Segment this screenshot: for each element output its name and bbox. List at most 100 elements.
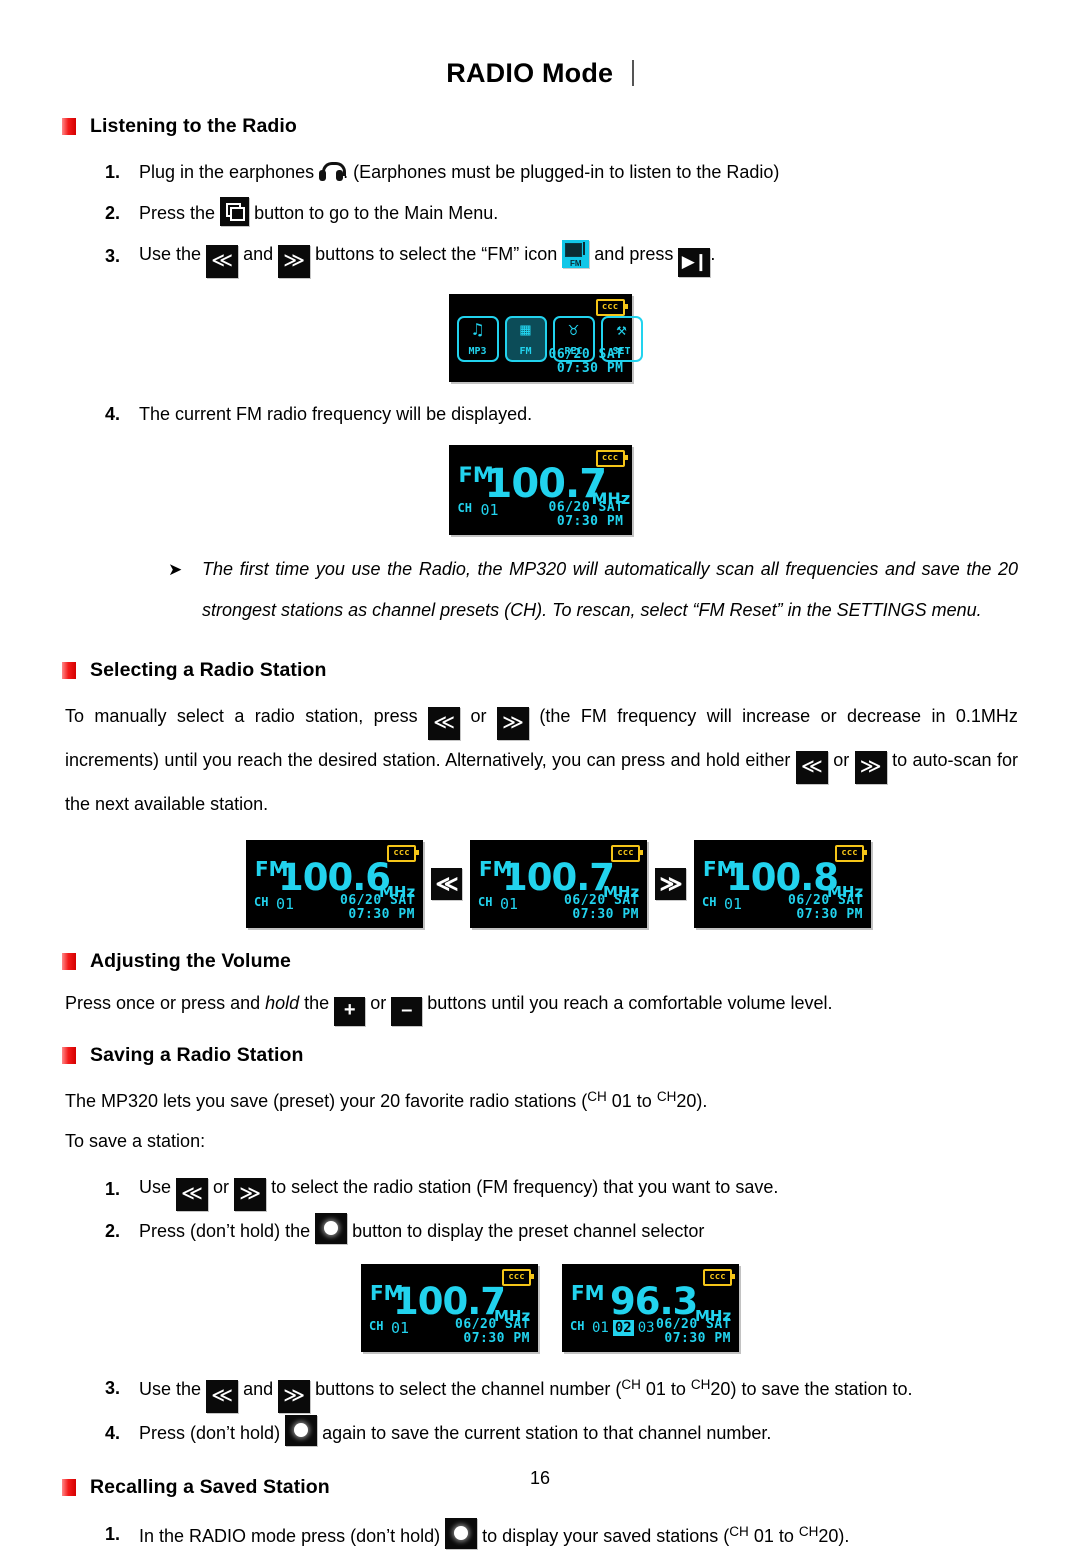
step-text-a: Use xyxy=(139,1177,172,1197)
radio-icon: ▦ xyxy=(520,320,531,340)
screen-datetime: 06/20 SAT 07:30 PM xyxy=(455,1318,530,1346)
listening-steps: 1. Plug in the earphones . (Earphones mu… xyxy=(105,152,1080,278)
fm-screenshot-wrap: ccc FM 100.7 MHz CH 01 06/20 SAT 07:30 P… xyxy=(0,445,1080,535)
channel-number: 01 xyxy=(724,895,743,913)
channel-label: CH xyxy=(478,895,493,909)
channel-label: CH xyxy=(570,1319,585,1333)
battery-icon: ccc xyxy=(387,845,419,862)
fm-menu-icon: FM xyxy=(562,240,590,268)
tuning-screenshots-row: ccc FM 100.6 MHz CH 01 06/20 SAT 07:30 P… xyxy=(246,840,1080,928)
selecting-text-1: To manually select a radio station, pres… xyxy=(65,706,418,726)
next-button-icon: ≫ xyxy=(278,1380,311,1413)
next-button-icon: ≫ xyxy=(496,707,529,740)
ch-superscript: CH xyxy=(729,1524,749,1539)
device-screen-preset-2: ccc FM 96.3 MHz CH 01 02 03 06/20 SAT 07… xyxy=(562,1264,739,1352)
saving-steps-3-4: 3. Use the ≪ and ≫ buttons to select the… xyxy=(105,1364,1080,1454)
music-note-icon: ♫ xyxy=(472,320,483,340)
step-text-c: buttons to select the channel number ( xyxy=(315,1379,622,1399)
screen-datetime: 06/20 SAT 07:30 PM xyxy=(788,894,863,922)
volume-text-1: Press once or press and xyxy=(65,993,261,1013)
screen-date: 06/20 SAT xyxy=(455,1317,530,1332)
list-item: 1. Plug in the earphones . (Earphones mu… xyxy=(105,152,1080,193)
fm-label: FM xyxy=(571,1281,605,1305)
selecting-text-2: or xyxy=(470,706,487,726)
step-number: 1. xyxy=(105,1523,121,1544)
microphone-icon: ♉ xyxy=(568,320,579,340)
ch-superscript: CH xyxy=(656,1089,677,1104)
section-heading-saving: Saving a Radio Station xyxy=(62,1044,1080,1067)
screen-date: 06/20 SAT xyxy=(548,500,624,515)
step-text-b: or xyxy=(213,1177,230,1197)
list-item: 1. In the RADIO mode press (don’t hold) … xyxy=(105,1511,1080,1557)
step-text: Use the ≪ and ≫ buttons to select the ch… xyxy=(139,1364,913,1413)
step-text: Press the button to go to the Main Menu. xyxy=(139,193,498,234)
channel-option-02-selected[interactable]: 02 xyxy=(612,1320,634,1336)
battery-icon: ccc xyxy=(835,845,867,862)
heading-saving-text: Saving a Radio Station xyxy=(90,1044,304,1066)
device-screen-tuning-3: ccc FM 100.8 MHz CH 01 06/20 SAT 07:30 P… xyxy=(694,840,871,928)
ch-superscript: CH xyxy=(621,1377,641,1392)
text-cursor xyxy=(631,60,634,86)
page-title: RADIO Mode xyxy=(446,58,614,88)
saving-intro-paragraph: The MP320 lets you save (preset) your 20… xyxy=(65,1077,1018,1121)
note-block: ➤ The first time you use the Radio, the … xyxy=(168,549,1018,631)
screen-time: 07:30 PM xyxy=(572,907,639,922)
device-screen-preset-1: ccc FM 100.7 MHz CH 01 06/20 SAT 07:30 P… xyxy=(361,1264,538,1352)
red-square-bullet-icon xyxy=(62,662,76,679)
device-screen-fm-main: ccc FM 100.7 MHz CH 01 06/20 SAT 07:30 P… xyxy=(448,445,632,535)
channel-label: CH xyxy=(369,1319,384,1333)
volume-text-3: or xyxy=(370,993,387,1013)
battery-icon: ccc xyxy=(703,1269,735,1286)
step-number: 4. xyxy=(105,1423,121,1443)
menu-icon-fm: ▦ FM xyxy=(504,316,547,362)
arrow-bullet-icon: ➤ xyxy=(168,560,183,579)
screen-datetime: 06/20 SAT 07:30 PM xyxy=(340,894,415,922)
screen-date: 06/20 SAT xyxy=(656,1317,731,1332)
screen-datetime: 06/20 SAT 07:30 PM xyxy=(549,501,624,529)
list-item: 4. Press (don’t hold) again to save the … xyxy=(105,1413,1080,1454)
step-text-before: Plug in the earphones xyxy=(139,162,315,182)
battery-icon: ccc xyxy=(611,845,643,862)
screen-time: 07:30 PM xyxy=(463,1331,530,1346)
volume-paragraph: Press once or press and hold the + or – … xyxy=(65,983,1018,1026)
list-item: 2. Press the button to go to the Main Me… xyxy=(105,193,1080,234)
screen-date: 06/20 SAT xyxy=(340,893,415,908)
device-screen-main-menu: ccc ♫ MP3 ▦ FM ♉ REC ⚒ SET 06/20 SAT 07:… xyxy=(448,294,643,382)
step-text-before: Press the xyxy=(139,203,216,223)
red-square-bullet-icon xyxy=(62,953,76,970)
channel-option-03[interactable]: 03 xyxy=(638,1320,655,1336)
page-title-area: RADIO Mode xyxy=(0,0,1080,89)
step-number: 2. xyxy=(105,1221,121,1241)
listening-step-4: 4. The current FM radio frequency will b… xyxy=(105,394,1080,435)
step-text-e: . xyxy=(710,244,716,264)
document-page: RADIO Mode Listening to the Radio 1. Plu… xyxy=(0,0,1080,1549)
screen-datetime: 06/20 SAT 07:30 PM xyxy=(549,348,624,376)
list-item: 2. Press (don’t hold) the button to disp… xyxy=(105,1211,1080,1252)
menu-icon-label: MP3 xyxy=(468,346,487,357)
step-text-a: Use the xyxy=(139,1379,202,1399)
channel-number: 01 xyxy=(500,895,519,913)
prev-button-icon: ≪ xyxy=(795,751,828,784)
battery-icon: ccc xyxy=(502,1269,534,1286)
preset-screenshots-row: ccc FM 100.7 MHz CH 01 06/20 SAT 07:30 P… xyxy=(361,1264,1080,1352)
red-square-bullet-icon xyxy=(62,1047,76,1064)
step-text: Plug in the earphones . (Earphones must … xyxy=(139,152,779,193)
tools-icon: ⚒ xyxy=(616,320,627,340)
next-button-icon: ≫ xyxy=(655,868,686,900)
screen-date: 06/20 SAT xyxy=(548,347,624,362)
step-text: In the RADIO mode press (don’t hold) to … xyxy=(139,1511,849,1557)
section-heading-selecting: Selecting a Radio Station xyxy=(62,659,1080,682)
volume-down-button-icon: – xyxy=(391,997,423,1026)
channel-option-01[interactable]: 01 xyxy=(592,1320,609,1336)
channel-label: CH xyxy=(457,501,472,515)
step-text-d: and press xyxy=(594,244,674,264)
prev-button-icon: ≪ xyxy=(206,1380,239,1413)
selecting-text-4: or xyxy=(833,750,850,770)
next-button-icon: ≫ xyxy=(234,1178,267,1211)
recalling-steps: 1. In the RADIO mode press (don’t hold) … xyxy=(105,1511,1080,1557)
ch-superscript: CH xyxy=(690,1377,711,1392)
step-number: 1. xyxy=(105,162,121,182)
page-number: 16 xyxy=(529,1468,551,1488)
step-text: The current FM radio frequency will be d… xyxy=(139,404,533,424)
step-text: Use ≪ or ≫ to select the radio station (… xyxy=(139,1167,778,1211)
